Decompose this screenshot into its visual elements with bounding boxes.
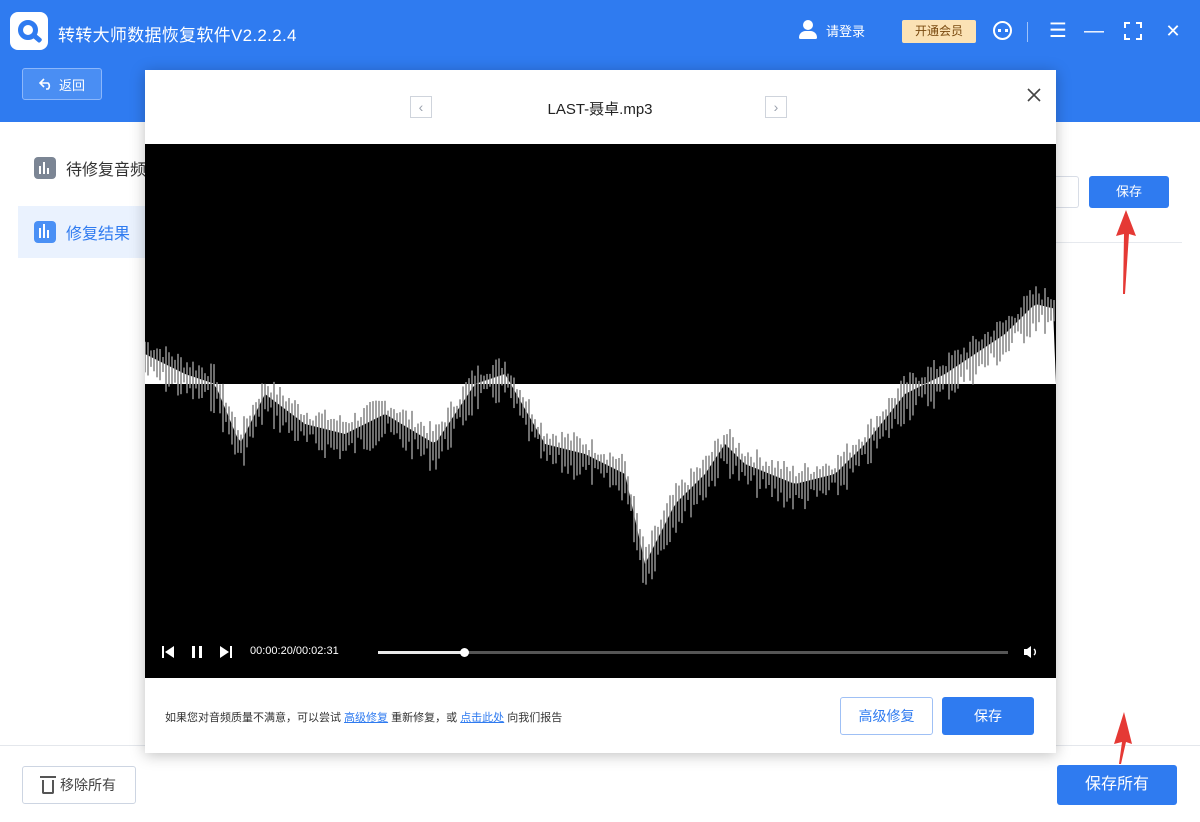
title-bar: 转转大师数据恢复软件V2.2.2.4 请登录 开通会员 ☰ — ✕ [0,0,1200,64]
skip-forward-icon[interactable] [219,645,233,659]
minimize-icon[interactable]: — [1081,18,1107,44]
remove-all-button[interactable]: 移除所有 [22,766,136,804]
app-title: 转转大师数据恢复软件V2.2.2.4 [58,26,297,45]
dialog-header: ‹ LAST-聂卓.mp3 › [145,70,1056,144]
sidebar-item-result[interactable]: 修复结果 [18,206,148,258]
footer-bar [0,745,1200,822]
trash-icon [40,775,56,794]
repair-hint: 如果您对音频质量不满意，可以尝试 高级修复 重新修复，或 点击此处 向我们报告 [165,709,562,725]
player-controls: 00:00:20/00:02:31 [145,631,1056,671]
hint-text: 重新修复，或 [391,712,458,724]
title-bar-divider [1027,22,1028,42]
advanced-repair-link[interactable]: 高级修复 [344,712,388,724]
progress-bar[interactable] [378,648,1008,657]
back-label: 返回 [58,77,85,93]
login-link[interactable]: 请登录 [798,20,865,40]
audio-result-icon [34,221,56,243]
time-display: 00:00:20/00:02:31 [250,645,339,657]
sidebar-item-label: 待修复音频 [66,162,147,179]
app-logo [10,12,48,50]
close-window-icon[interactable]: ✕ [1160,18,1186,44]
dialog-save-button[interactable]: 保存 [942,697,1034,735]
audio-preview-dialog: ‹ LAST-聂卓.mp3 › 00:00:20/00:02:31 如果您对音频… [145,70,1056,753]
menu-icon[interactable]: ☰ [1045,18,1071,44]
save-all-button[interactable]: 保存所有 [1057,765,1177,805]
support-icon[interactable] [990,18,1016,44]
next-file-button[interactable]: › [765,96,787,118]
hint-text: 向我们报告 [507,712,563,724]
dialog-title: LAST-聂卓.mp3 [547,101,653,118]
login-label: 请登录 [826,23,866,39]
progress-knob[interactable] [460,648,470,657]
back-arrow-icon [38,78,51,90]
dialog-close-icon[interactable] [1023,84,1045,106]
remove-all-label: 移除所有 [60,777,116,793]
annotation-arrow-icon [1116,210,1136,294]
audio-file-icon [34,157,56,179]
previous-file-button[interactable]: ‹ [410,96,432,118]
sidebar-item-label: 修复结果 [66,226,131,243]
audio-player[interactable]: 00:00:20/00:02:31 [145,144,1056,678]
annotation-arrow-icon [1114,712,1132,764]
report-link[interactable]: 点击此处 [460,712,504,724]
user-icon [798,20,818,40]
sidebar-item-pending[interactable]: 待修复音频 [18,142,148,194]
back-button[interactable]: 返回 [22,68,102,100]
hint-text: 如果您对音频质量不满意，可以尝试 [165,712,341,724]
progress-fill [378,651,465,654]
waveform-visualization [145,286,1056,585]
advanced-repair-button[interactable]: 高级修复 [840,697,933,735]
vip-button[interactable]: 开通会员 [902,20,976,43]
row-save-button[interactable]: 保存 [1089,176,1169,208]
pause-icon[interactable] [190,645,204,659]
dialog-footer: 如果您对音频质量不满意，可以尝试 高级修复 重新修复，或 点击此处 向我们报告 … [145,678,1056,753]
skip-back-icon[interactable] [161,645,175,659]
maximize-icon[interactable] [1120,18,1146,44]
volume-icon[interactable] [1023,644,1039,660]
